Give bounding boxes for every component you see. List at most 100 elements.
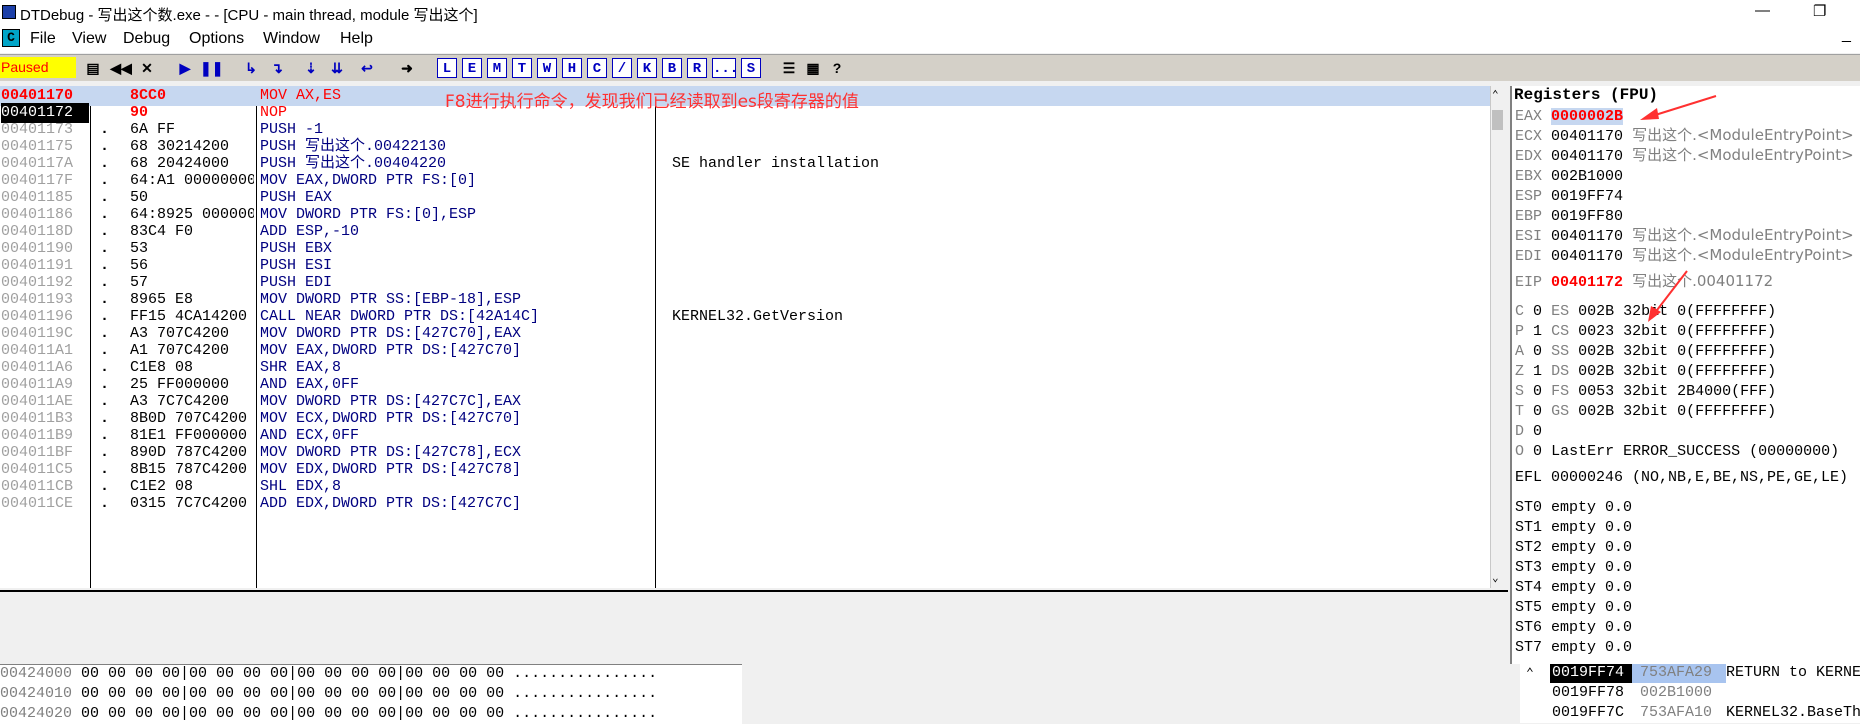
dump-row[interactable]: 00424020 00 00 00 00|00 00 00 00|00 00 0… bbox=[0, 704, 657, 724]
menu-window[interactable]: Window bbox=[263, 30, 320, 48]
mdi-minimize-button[interactable]: _ bbox=[1842, 26, 1851, 44]
stack-scroll-up-icon[interactable]: ⌃ bbox=[1526, 666, 1534, 681]
register-symbol: 写出这个.<ModuleEntryPoint> bbox=[1632, 146, 1854, 164]
flag-name: C bbox=[1515, 303, 1525, 320]
grid-icon[interactable]: ▦ bbox=[802, 58, 824, 78]
registers-pane[interactable]: Registers (FPU) EAX 0000002B ECX 0040117… bbox=[1510, 86, 1860, 664]
register-value[interactable]: 00401170 bbox=[1551, 128, 1623, 145]
flag-row[interactable]: P 1 CS 0023 32bit 0(FFFFFFFF) bbox=[1515, 322, 1776, 341]
scroll-up-icon[interactable]: ⌃ bbox=[1492, 88, 1499, 102]
stack-row[interactable]: 0019FF78 002B1000 bbox=[1550, 683, 1726, 703]
register-row[interactable]: EAX 0000002B bbox=[1515, 106, 1624, 126]
register-row[interactable]: EBP 0019FF80 bbox=[1515, 206, 1623, 226]
window-source-button[interactable]: S bbox=[741, 58, 761, 78]
window-cpu-button[interactable]: C bbox=[587, 58, 607, 78]
window-breakpoints-button[interactable]: B bbox=[662, 58, 682, 78]
run-icon[interactable]: ▶ bbox=[174, 58, 196, 78]
window-memory-button[interactable]: M bbox=[487, 58, 507, 78]
window-threads-button[interactable]: T bbox=[512, 58, 532, 78]
fpu-register-row[interactable]: ST6 empty 0.0 bbox=[1515, 618, 1632, 637]
fpu-register-row[interactable]: ST1 empty 0.0 bbox=[1515, 518, 1632, 537]
register-name: EIP bbox=[1515, 274, 1543, 291]
register-value[interactable]: 002B1000 bbox=[1551, 168, 1623, 185]
flag-row[interactable]: Z 1 DS 002B 32bit 0(FFFFFFFF) bbox=[1515, 362, 1776, 381]
window-patches-button[interactable]: / bbox=[612, 58, 632, 78]
flag-row[interactable]: D 0 bbox=[1515, 422, 1542, 441]
register-row[interactable]: EBX 002B1000 bbox=[1515, 166, 1623, 186]
register-name: ECX bbox=[1515, 128, 1543, 145]
menu-options[interactable]: Options bbox=[189, 30, 244, 48]
fpu-register-row[interactable]: ST0 empty 0.0 bbox=[1515, 498, 1632, 517]
fpu-register-row[interactable]: ST4 empty 0.0 bbox=[1515, 578, 1632, 597]
register-value[interactable]: 0019FF74 bbox=[1551, 188, 1623, 205]
dump-row[interactable]: 00424010 00 00 00 00|00 00 00 00|00 00 0… bbox=[0, 684, 657, 704]
flag-value: 0 bbox=[1533, 383, 1543, 400]
menu-debug[interactable]: Debug bbox=[123, 30, 170, 48]
fpu-register-row[interactable]: ST2 empty 0.0 bbox=[1515, 538, 1632, 557]
stack-row[interactable]: 0019FF74753AFA29RETURN to KERNEL32.75 bbox=[1550, 664, 1860, 683]
close-icon[interactable]: ✕ bbox=[136, 58, 158, 78]
flag-row[interactable]: S 0 FS 0053 32bit 2B4000(FFF) bbox=[1515, 382, 1776, 401]
trace-into-icon[interactable]: ⇣ bbox=[300, 58, 322, 78]
restore-button[interactable]: ❐ bbox=[1813, 2, 1826, 20]
register-row[interactable]: ESI 00401170 写出这个.<ModuleEntryPoint> bbox=[1515, 226, 1854, 246]
trace-over-icon[interactable]: ⇊ bbox=[326, 58, 348, 78]
disassembly-pane[interactable]: 00401170 8CC0 MOV AX,ES 00401172 90 NOP 004011… bbox=[0, 86, 1505, 588]
register-row[interactable]: EDI 00401170 写出这个.<ModuleEntryPoint> bbox=[1515, 246, 1854, 266]
register-row[interactable]: ESP 0019FF74 bbox=[1515, 186, 1623, 206]
step-over-icon[interactable]: ↴ bbox=[266, 58, 288, 78]
flag-row[interactable]: A 0 SS 002B 32bit 0(FFFFFFFF) bbox=[1515, 342, 1776, 361]
window-modules-button[interactable]: E bbox=[462, 58, 482, 78]
register-value[interactable]: 0019FF80 bbox=[1551, 208, 1623, 225]
rewind-icon[interactable]: ◀◀ bbox=[110, 58, 132, 78]
register-value[interactable]: 00401170 bbox=[1551, 248, 1623, 265]
window-runtrace-button[interactable]: ... bbox=[712, 58, 738, 78]
window-log-button[interactable]: L bbox=[437, 58, 457, 78]
dump-ascii: ................ bbox=[513, 705, 658, 722]
eip-value[interactable]: 00401172 bbox=[1551, 274, 1623, 291]
window-handles-button[interactable]: H bbox=[562, 58, 582, 78]
window-callstack-button[interactable]: K bbox=[637, 58, 657, 78]
register-value[interactable]: 00401170 bbox=[1551, 148, 1623, 165]
register-row[interactable]: ECX 00401170 写出这个.<ModuleEntryPoint> bbox=[1515, 126, 1854, 146]
stack-pane[interactable]: ⌃ 0019FF74753AFA29RETURN to KERNEL32.750… bbox=[1520, 664, 1860, 723]
dump-row[interactable]: 00424000 00 00 00 00|00 00 00 00|00 00 0… bbox=[0, 665, 657, 684]
flag-row[interactable]: C 0 ES 002B 32bit 0(FFFFFFFF) bbox=[1515, 302, 1776, 321]
stack-row[interactable]: 0019FF7C 753AFA10 KERNEL32.BaseThreadInitT… bbox=[1550, 703, 1860, 723]
minimize-button[interactable]: — bbox=[1755, 2, 1770, 19]
window-references-button[interactable]: R bbox=[687, 58, 707, 78]
execute-till-return-icon[interactable]: ↩ bbox=[356, 58, 378, 78]
window-windows-button[interactable]: W bbox=[537, 58, 557, 78]
scroll-down-icon[interactable]: ⌄ bbox=[1492, 571, 1499, 585]
fpu-register-row[interactable]: ST5 empty 0.0 bbox=[1515, 598, 1632, 617]
address-cell: 004011CE bbox=[1, 495, 74, 512]
register-name: EAX bbox=[1515, 108, 1543, 125]
flag-name: P bbox=[1515, 323, 1525, 340]
goto-icon[interactable]: ➜ bbox=[396, 58, 418, 78]
disasm-row[interactable]: 004011CE. 0315 7C7C4200 ADD EDX,DWORD PTR … bbox=[0, 494, 1490, 514]
menu-help[interactable]: Help bbox=[340, 30, 373, 48]
register-value[interactable]: 00401170 bbox=[1551, 228, 1623, 245]
flag-row[interactable]: T 0 GS 002B 32bit 0(FFFFFFFF) bbox=[1515, 402, 1776, 421]
disassembly-scrollbar[interactable]: ⌃ ⌄ bbox=[1490, 86, 1505, 588]
list-icon[interactable]: ☰ bbox=[778, 58, 800, 78]
flag-value: 0 bbox=[1533, 403, 1543, 420]
flag-row[interactable]: O 0 LastErr ERROR_SUCCESS (00000000) bbox=[1515, 442, 1839, 461]
open-icon[interactable]: ▤ bbox=[82, 58, 104, 78]
step-into-icon[interactable]: ↳ bbox=[240, 58, 262, 78]
pause-icon[interactable]: ❚❚ bbox=[200, 58, 223, 78]
cpu-window-icon[interactable]: C bbox=[2, 29, 20, 47]
eip-row[interactable]: EIP 00401172 写出这个.00401172 bbox=[1515, 272, 1773, 292]
fpu-register-row[interactable]: ST3 empty 0.0 bbox=[1515, 558, 1632, 577]
fpu-register-row[interactable]: ST7 empty 0.0 bbox=[1515, 638, 1632, 657]
menu-view[interactable]: View bbox=[72, 30, 106, 48]
flag-name: O bbox=[1515, 443, 1525, 460]
register-value[interactable]: 0000002B bbox=[1551, 108, 1624, 125]
scroll-thumb[interactable] bbox=[1492, 110, 1503, 130]
eflags-row[interactable]: EFL 00000246 (NO,NB,E,BE,NS,PE,GE,LE) bbox=[1515, 468, 1848, 487]
memory-dump-pane[interactable]: 00424000 00 00 00 00|00 00 00 00|00 00 0… bbox=[0, 664, 742, 724]
menu-file[interactable]: File bbox=[30, 30, 56, 48]
annotation-note: F8进行执行命令，发现我们已经读取到es段寄存器的值 bbox=[445, 92, 859, 112]
help-icon[interactable]: ? bbox=[826, 58, 848, 78]
register-row[interactable]: EDX 00401170 写出这个.<ModuleEntryPoint> bbox=[1515, 146, 1854, 166]
